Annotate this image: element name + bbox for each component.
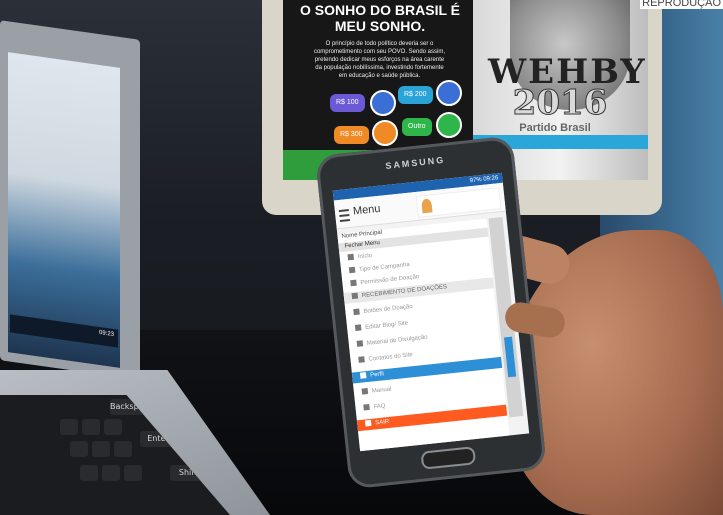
donate-other-icon: [436, 112, 462, 138]
key[interactable]: [104, 419, 122, 435]
grid-icon: [353, 308, 360, 316]
mail-icon: [358, 356, 365, 364]
key[interactable]: [114, 441, 132, 457]
donate-200-button[interactable]: R$ 200: [398, 86, 433, 104]
app-logo: [415, 187, 502, 218]
scrollbar-thumb[interactable]: [504, 336, 517, 378]
edit-icon: [359, 372, 367, 380]
hamburger-icon[interactable]: [338, 209, 350, 223]
phone-screen: 97% 09:26 Menu Nome Principal Fechar Men…: [332, 172, 530, 452]
key[interactable]: [60, 419, 78, 435]
key[interactable]: [82, 419, 100, 435]
navigation-drawer: Nome Principal Fechar Menu Início Tipo d…: [337, 218, 510, 452]
donate-200-icon: [436, 80, 462, 106]
party-name: Partido Brasil: [519, 122, 591, 134]
key[interactable]: [80, 465, 98, 481]
logo-mark-icon: [421, 198, 433, 214]
edit-icon: [361, 388, 369, 396]
key[interactable]: [102, 465, 120, 481]
file-icon: [354, 324, 362, 332]
laptop-clock: 09:23: [98, 329, 114, 339]
donate-100-button[interactable]: R$ 100: [330, 94, 365, 112]
campaign-year: 2016: [512, 83, 608, 123]
donate-100-icon: [370, 90, 396, 116]
key[interactable]: [92, 441, 110, 457]
menu-label[interactable]: Menu: [352, 203, 381, 218]
donate-other-button[interactable]: Outro: [402, 118, 432, 136]
photo-scene: 09:23 Backspace Enter Shift O SONHO DO B…: [0, 0, 723, 515]
tablet-paragraph: O princípio de todo político deveria ser…: [313, 41, 446, 79]
key[interactable]: [70, 441, 88, 457]
key[interactable]: [124, 465, 142, 481]
grid-icon: [348, 267, 356, 274]
exit-icon: [364, 420, 372, 427]
photo-credit: REPRODUÇÃO: [640, 0, 723, 9]
tablet-headline: O SONHO DO BRASIL É MEU SONHO.: [300, 2, 460, 34]
card-icon: [351, 292, 359, 300]
donate-300-button[interactable]: R$ 300: [334, 126, 369, 144]
home-icon: [347, 254, 355, 261]
edit-icon: [363, 404, 370, 411]
file-icon: [356, 340, 364, 348]
mail-icon: [350, 280, 357, 287]
home-button[interactable]: [420, 446, 477, 470]
donate-300-icon: [372, 120, 398, 146]
